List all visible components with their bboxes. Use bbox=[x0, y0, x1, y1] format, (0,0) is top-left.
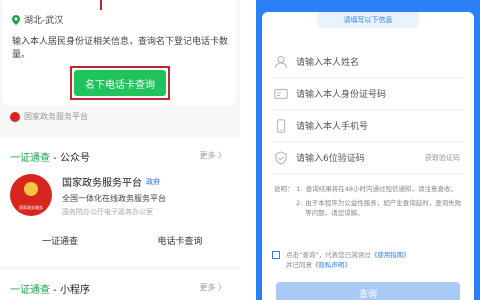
get-code-button[interactable]: 获取验证码 bbox=[425, 153, 460, 163]
org-name-row: 国家政务服务平台 政府 bbox=[62, 174, 166, 190]
phone-card-query-button[interactable]: 名下电话卡查询 bbox=[74, 70, 166, 96]
service-links: 一证通查 电话卡查询 bbox=[0, 234, 240, 247]
right-panel: 请填写以下信息 请输入本人姓名 请输入本人身份证号码 请输入本人手机号 请输入6… bbox=[256, 0, 480, 300]
location-text: 湖北-武汉 bbox=[24, 16, 64, 26]
annotation-arrow bbox=[100, 0, 102, 10]
code-placeholder: 请输入6位验证码 bbox=[296, 154, 365, 164]
query-description: 输入本人居民身份证相关信息，查询名下登记电话卡数量。 bbox=[12, 37, 229, 60]
shield-icon bbox=[274, 150, 288, 165]
submit-query-button[interactable]: 查询 bbox=[276, 282, 460, 300]
section-title: 一证通查 - 小程序 bbox=[10, 281, 90, 296]
org-text: 国家政务服务平台 政府 全国一体化在线政务服务平台 国务院办公厅电子政务办公室 bbox=[62, 174, 166, 217]
section-title-suffix: - 公众号 bbox=[50, 153, 90, 164]
source-text: 国家政务服务平台 bbox=[24, 112, 88, 121]
more-link[interactable]: 更多 〉 bbox=[199, 282, 226, 293]
agreement-mid: 并已同意 bbox=[286, 261, 312, 269]
agreement-checkbox[interactable] bbox=[272, 251, 280, 259]
agreement-text: 点击“查询”，代表您已阅读过《使用指南》 并已同意《隐私声明》 bbox=[286, 250, 410, 270]
org-owner: 国务院办公厅电子政务办公室 bbox=[62, 208, 153, 216]
query-form: 请填写以下信息 请输入本人姓名 请输入本人身份证号码 请输入本人手机号 请输入6… bbox=[262, 12, 474, 300]
source-row: 国家政务服务平台 bbox=[10, 111, 88, 122]
link-phone-card-query[interactable]: 电话卡查询 bbox=[120, 234, 240, 247]
agreement-prefix: 点击“查询”，代表您已阅读过 bbox=[286, 251, 371, 259]
mini-program-section: 一证通查 - 小程序 更多 〉 bbox=[0, 270, 240, 300]
national-emblem-icon: 国家政务服务 bbox=[10, 174, 52, 216]
id-number-field[interactable]: 请输入本人身份证号码 bbox=[270, 78, 466, 110]
agreement-row: 点击“查询”，代表您已阅读过《使用指南》 并已同意《隐私声明》 bbox=[272, 250, 468, 270]
note-item-2: 2. 由于本程序为公益性服务，如产生查询延时，查询失败等问题，请您谅解。 bbox=[274, 198, 464, 218]
phone-placeholder: 请输入本人手机号 bbox=[296, 122, 369, 132]
emblem-label: 国家政务服务 bbox=[19, 205, 43, 210]
screenshot: 湖北-武汉 输入本人居民身份证相关信息，查询名下登记电话卡数量。 名下电话卡查询… bbox=[0, 0, 480, 300]
gov-badge: 政府 bbox=[146, 177, 160, 186]
note-item-1: 说明： 1. 查询结果将在48小时内通过短信通知，请注意查收。 bbox=[274, 184, 464, 194]
gov-emblem-icon bbox=[10, 111, 20, 122]
name-field[interactable]: 请输入本人姓名 bbox=[270, 46, 466, 78]
note-number: 2. bbox=[296, 199, 303, 207]
section-title: 一证通查 - 公众号 bbox=[10, 149, 90, 164]
user-guide-link[interactable]: 《使用指南》 bbox=[371, 251, 410, 259]
note-text: 由于本程序为公益性服务，如产生查询延时，查询失败等问题，请您谅解。 bbox=[305, 199, 462, 217]
location-pin-icon bbox=[12, 14, 20, 25]
notes-label: 说明： bbox=[274, 185, 294, 193]
note-text: 查询结果将在48小时内通过短信通知，请注意查收。 bbox=[305, 185, 457, 193]
phone-field[interactable]: 请输入本人手机号 bbox=[270, 110, 466, 142]
org-name: 国家政务服务平台 bbox=[62, 178, 142, 189]
query-card: 湖北-武汉 输入本人居民身份证相关信息，查询名下登记电话卡数量。 名下电话卡查询 bbox=[2, 0, 236, 106]
org-description: 全国一体化在线政务服务平台 bbox=[62, 194, 166, 203]
left-panel: 湖北-武汉 输入本人居民身份证相关信息，查询名下登记电话卡数量。 名下电话卡查询… bbox=[0, 0, 240, 300]
id-card-icon bbox=[274, 87, 288, 101]
note-number: 1. bbox=[296, 185, 303, 193]
link-yizhengtongcha[interactable]: 一证通查 bbox=[0, 234, 120, 247]
official-account-section: 一证通查 - 公众号 更多 〉 国家政务服务 国家政务服务平台 政府 全国一体化… bbox=[0, 138, 240, 266]
person-icon bbox=[274, 55, 288, 69]
privacy-statement-link[interactable]: 《隐私声明》 bbox=[312, 261, 351, 269]
name-placeholder: 请输入本人姓名 bbox=[296, 58, 360, 68]
verification-code-field[interactable]: 请输入6位验证码 获取验证码 bbox=[270, 142, 466, 174]
emblem-star bbox=[24, 182, 38, 196]
phone-icon bbox=[274, 118, 288, 133]
location-row[interactable]: 湖北-武汉 bbox=[12, 13, 63, 26]
section-title-suffix: - 小程序 bbox=[50, 285, 90, 296]
org-entry[interactable]: 国家政务服务 国家政务服务平台 政府 全国一体化在线政务服务平台 国务院办公厅电… bbox=[10, 174, 166, 217]
id-placeholder: 请输入本人身份证号码 bbox=[296, 90, 387, 100]
notes: 说明： 1. 查询结果将在48小时内通过短信通知，请注意查收。 2. 由于本程序… bbox=[274, 184, 464, 218]
more-link[interactable]: 更多 〉 bbox=[199, 150, 226, 161]
highlight-box: 名下电话卡查询 bbox=[70, 66, 170, 100]
section-title-prefix: 一证通查 bbox=[10, 153, 50, 164]
form-header: 请填写以下信息 bbox=[317, 12, 419, 28]
section-title-prefix: 一证通查 bbox=[10, 285, 50, 296]
